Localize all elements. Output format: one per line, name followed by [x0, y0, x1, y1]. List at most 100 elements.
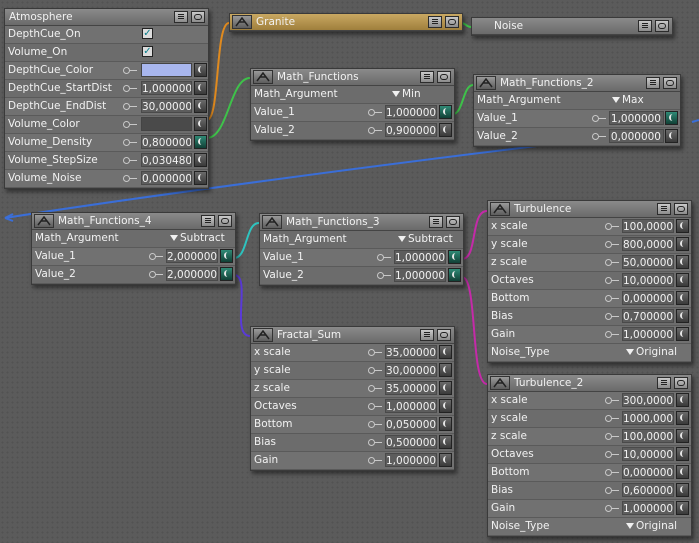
- bottom-field[interactable]: 0,050000: [385, 417, 437, 431]
- link-port-icon[interactable]: [439, 453, 452, 467]
- link-port-icon[interactable]: [439, 399, 452, 413]
- key-icon[interactable]: [605, 433, 619, 440]
- fractal-sum-title-bar[interactable]: Fractal_Sum: [251, 327, 454, 344]
- list-icon[interactable]: [429, 216, 443, 228]
- atmosphere-row-depthcue-on[interactable]: DepthCue_On ✓: [5, 26, 208, 44]
- volume-density-field[interactable]: 0,800000: [141, 135, 192, 149]
- key-icon[interactable]: [123, 121, 137, 128]
- loop-icon[interactable]: [437, 71, 451, 83]
- key-icon[interactable]: [605, 277, 619, 284]
- turbulence-row-x-scale[interactable]: x scale 100,000000: [488, 218, 691, 236]
- value-1-row[interactable]: Value_1 2,000000: [32, 248, 235, 266]
- loop-icon[interactable]: [191, 11, 205, 23]
- fractal-sum-row-z-scale[interactable]: z scale 35,000000: [251, 380, 454, 398]
- list-icon[interactable]: [420, 329, 434, 341]
- loop-icon[interactable]: [674, 377, 688, 389]
- key-icon[interactable]: [368, 439, 382, 446]
- volume-color-swatch[interactable]: [141, 117, 192, 131]
- x-scale-field[interactable]: 35,000000: [385, 345, 437, 359]
- math-functions-4-title-bar[interactable]: Math_Functions_4: [32, 213, 235, 230]
- fractal-sum-row-y-scale[interactable]: y scale 30,000000: [251, 362, 454, 380]
- y-scale-field[interactable]: 1000,000000: [622, 411, 674, 425]
- link-port-icon[interactable]: [676, 273, 689, 287]
- link-port-icon[interactable]: [439, 381, 452, 395]
- fractal-sum-node[interactable]: Fractal_Sum x scale 35,000000 y scale 30,00…: [250, 326, 455, 471]
- link-port-icon[interactable]: [676, 219, 689, 233]
- key-icon[interactable]: [368, 421, 382, 428]
- math-functions-3-title-bar[interactable]: Math_Functions_3: [260, 214, 463, 231]
- y-scale-field[interactable]: 800,000000: [622, 237, 674, 251]
- bottom-field[interactable]: 0,000000: [622, 465, 674, 479]
- link-port-icon[interactable]: [676, 483, 689, 497]
- key-icon[interactable]: [605, 397, 619, 404]
- turbulence-row-bottom[interactable]: Bottom 0,000000: [488, 290, 691, 308]
- link-port-icon[interactable]: [194, 63, 207, 77]
- key-icon[interactable]: [377, 272, 391, 279]
- z-scale-field[interactable]: 100,000000: [622, 429, 674, 443]
- atmosphere-title-bar[interactable]: Atmosphere: [5, 9, 208, 26]
- bias-field[interactable]: 0,600000: [622, 483, 674, 497]
- turbulence-title-bar[interactable]: Turbulence: [488, 201, 691, 218]
- fractal-sum-row-bias[interactable]: Bias 0,500000: [251, 434, 454, 452]
- math-functions-3-node[interactable]: Math_Functions_3 Math_Argument Subtract …: [259, 213, 464, 286]
- list-icon[interactable]: [638, 20, 652, 32]
- atmosphere-row-volume-on[interactable]: Volume_On ✓: [5, 44, 208, 62]
- link-port-icon[interactable]: [194, 171, 207, 185]
- math-argument-row[interactable]: Math_Argument Min: [251, 86, 454, 104]
- key-icon[interactable]: [368, 127, 382, 134]
- link-port-icon[interactable]: [676, 309, 689, 323]
- math-argument-dropdown[interactable]: Min: [392, 86, 421, 102]
- turbulence-2-row-z-scale[interactable]: z scale 100,000000: [488, 428, 691, 446]
- link-port-icon[interactable]: [439, 417, 452, 431]
- noise-type-dropdown[interactable]: Original: [626, 344, 677, 360]
- link-port-icon[interactable]: [448, 268, 461, 282]
- key-icon[interactable]: [123, 175, 137, 182]
- bottom-field[interactable]: 0,000000: [622, 291, 674, 305]
- atmosphere-row-volume-noise[interactable]: Volume_Noise 0,000000: [5, 170, 208, 188]
- loop-icon[interactable]: [674, 203, 688, 215]
- math-argument-dropdown[interactable]: Subtract: [170, 230, 225, 246]
- key-icon[interactable]: [123, 157, 137, 164]
- key-icon[interactable]: [368, 109, 382, 116]
- key-icon[interactable]: [368, 385, 382, 392]
- value-2-field[interactable]: 1,000000: [394, 268, 446, 282]
- key-icon[interactable]: [123, 103, 137, 110]
- fractal-sum-row-gain[interactable]: Gain 1,000000: [251, 452, 454, 470]
- value-1-row[interactable]: Value_1 1,000000: [251, 104, 454, 122]
- list-icon[interactable]: [174, 11, 188, 23]
- noise-type-dropdown[interactable]: Original: [626, 518, 677, 534]
- x-scale-field[interactable]: 100,000000: [622, 219, 674, 233]
- turbulence-row-octaves[interactable]: Octaves 10,000000: [488, 272, 691, 290]
- loop-icon[interactable]: [437, 329, 451, 341]
- key-icon[interactable]: [368, 367, 382, 374]
- gain-field[interactable]: 1,000000: [385, 453, 437, 467]
- value-2-field[interactable]: 0,900000: [385, 123, 437, 137]
- loop-icon[interactable]: [655, 20, 669, 32]
- link-port-icon[interactable]: [676, 411, 689, 425]
- math-functions-2-title-bar[interactable]: Math_Functions_2: [474, 75, 680, 92]
- atmosphere-row-depthcue-color[interactable]: DepthCue_Color: [5, 62, 208, 80]
- link-port-icon[interactable]: [676, 237, 689, 251]
- math-argument-row[interactable]: Math_Argument Max: [474, 92, 680, 110]
- turbulence-row-bias[interactable]: Bias 0,700000: [488, 308, 691, 326]
- link-port-icon[interactable]: [220, 267, 233, 281]
- turbulence-2-title-bar[interactable]: Turbulence_2: [488, 375, 691, 392]
- link-port-icon[interactable]: [439, 435, 452, 449]
- list-icon[interactable]: [201, 215, 215, 227]
- math-functions-node[interactable]: Math_Functions Math_Argument Min Value_1…: [250, 68, 455, 141]
- key-icon[interactable]: [605, 223, 619, 230]
- loop-icon[interactable]: [445, 16, 459, 28]
- value-2-row[interactable]: Value_2 2,000000: [32, 266, 235, 284]
- link-port-icon[interactable]: [448, 250, 461, 264]
- value-1-row[interactable]: Value_1 1,000000: [474, 110, 680, 128]
- key-icon[interactable]: [592, 115, 606, 122]
- volume-stepsize-field[interactable]: 0,030480: [141, 153, 192, 167]
- y-scale-field[interactable]: 30,000000: [385, 363, 437, 377]
- atmosphere-row-volume-color[interactable]: Volume_Color: [5, 116, 208, 134]
- link-port-icon[interactable]: [676, 465, 689, 479]
- octaves-field[interactable]: 1,000000: [385, 399, 437, 413]
- fractal-sum-row-x-scale[interactable]: x scale 35,000000: [251, 344, 454, 362]
- link-port-icon[interactable]: [676, 429, 689, 443]
- link-port-icon[interactable]: [194, 153, 207, 167]
- key-icon[interactable]: [592, 133, 606, 140]
